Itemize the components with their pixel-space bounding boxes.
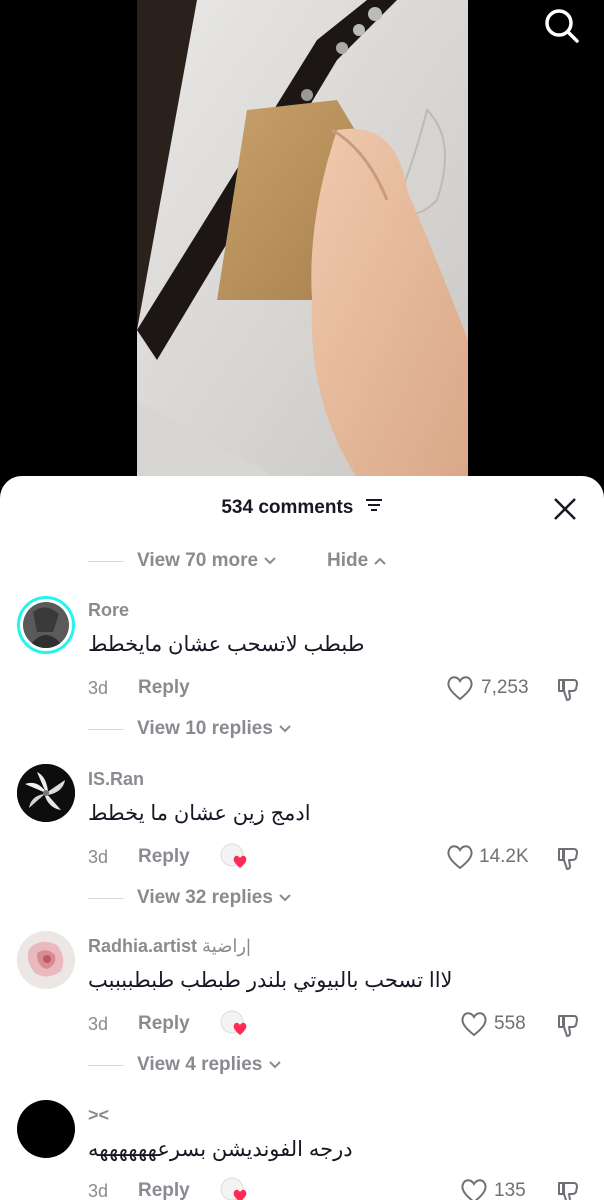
username-main: Radhia.artist [88,936,198,956]
comments-header: 534 comments [0,476,604,542]
dislike-icon[interactable] [555,845,581,871]
dislike-icon[interactable] [555,1012,581,1038]
view-replies-label: View 10 replies [137,718,273,739]
username-extra: راضية| [202,936,251,956]
divider [88,561,124,562]
comment-item: Rore طبطب لاتسحب عشان مايخطط 3d Reply 7,… [0,588,604,758]
reply-button[interactable]: Reply [138,846,190,868]
close-icon[interactable] [552,496,578,522]
comment-text: درجه الفونديشن بسرعههههههه [88,1138,353,1161]
reply-button[interactable]: Reply [138,677,190,699]
chevron-down-icon [279,725,291,733]
comments-count[interactable]: 534 comments [0,497,604,519]
avatar[interactable] [17,764,75,822]
view-replies-label: View 32 replies [137,887,273,908]
avatar[interactable] [17,1100,75,1158]
avatar[interactable] [17,596,75,654]
view-replies-button[interactable]: View 32 replies [137,887,292,909]
like-count: 135 [494,1180,526,1200]
hide-button[interactable]: Hide [327,550,387,572]
chevron-down-icon [268,1061,281,1069]
heart-icon[interactable] [460,1011,488,1037]
view-replies-button[interactable]: View 10 replies [137,718,292,740]
view-more-row: View 70 more Hide [0,546,604,576]
chevron-up-icon [374,557,387,565]
comments-panel: 534 comments View 70 more Hide Rore طبطب… [0,476,604,1200]
like-count: 558 [494,1013,526,1034]
view-replies-button[interactable]: View 4 replies [137,1054,282,1076]
comment-item: >< درجه الفونديشن بسرعههههههه 3d Reply 1… [0,1092,604,1200]
comment-username[interactable]: Radhia.artist راضية| [88,936,251,957]
comment-username[interactable]: Rore [88,600,129,621]
avatar[interactable] [17,931,75,989]
comment-age: 3d [88,1181,109,1200]
comment-text: لااا تسحب بالبيوتي بلندر طبطب طبطببببب [88,969,453,992]
view-replies-row: View 4 replies [0,1050,604,1080]
heart-icon[interactable] [446,844,474,870]
chevron-down-icon [279,894,291,902]
video-player[interactable] [0,0,604,490]
creator-liked-icon [220,842,248,870]
view-replies-label: View 4 replies [137,1054,263,1075]
view-replies-row: View 32 replies [0,883,604,913]
divider [88,898,124,899]
comments-count-label: 534 comments [221,497,354,519]
comment-username[interactable]: >< [88,1105,109,1126]
video-frame [137,0,468,478]
chevron-down-icon [264,557,277,565]
search-icon[interactable] [542,6,582,46]
divider [88,1065,124,1066]
dislike-icon[interactable] [555,1179,581,1200]
reply-button[interactable]: Reply [138,1013,190,1035]
reply-button[interactable]: Reply [138,1180,190,1200]
view-more-label: View 70 more [137,550,259,571]
comment-item: Radhia.artist راضية| لااا تسحب بالبيوتي … [0,925,604,1095]
creator-liked-icon [220,1176,248,1200]
like-count: 14.2K [479,846,529,867]
sort-icon[interactable] [365,497,383,519]
view-more-button[interactable]: View 70 more [137,550,277,572]
dislike-icon[interactable] [555,676,581,702]
view-replies-row: View 10 replies [0,714,604,744]
like-count: 7,253 [481,677,529,698]
heart-icon[interactable] [460,1178,488,1200]
comment-age: 3d [88,1014,109,1034]
comment-item: IS.Ran ادمج زين عشان ما يخطط 3d Reply 14… [0,758,604,928]
hide-label: Hide [327,550,369,571]
divider [88,729,124,730]
comment-username[interactable]: IS.Ran [88,769,144,790]
comment-age: 3d [88,847,109,867]
heart-icon[interactable] [446,675,474,701]
comment-text: طبطب لاتسحب عشان مايخطط [88,633,365,656]
comment-age: 3d [88,678,109,698]
creator-liked-icon [220,1009,248,1037]
comment-text: ادمج زين عشان ما يخطط [88,802,311,825]
